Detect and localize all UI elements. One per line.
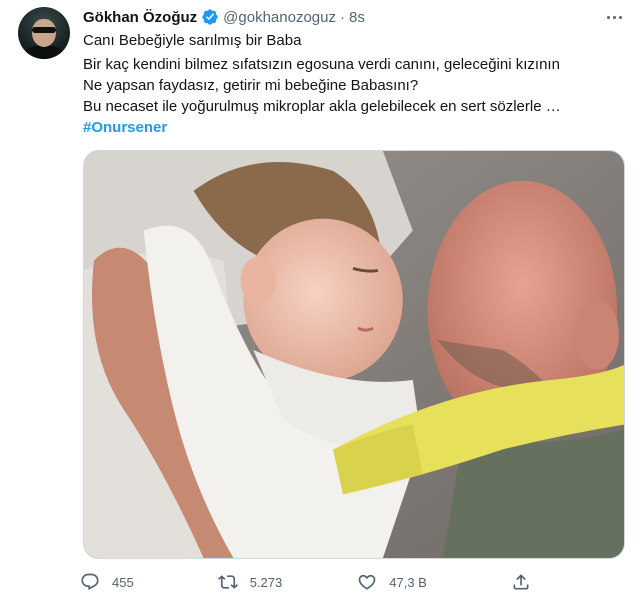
share-button[interactable] bbox=[511, 572, 531, 592]
retweet-count: 5.273 bbox=[249, 574, 283, 590]
tweet-line: Bir kaç kendini bilmez sıfatsızın egosun… bbox=[83, 56, 560, 73]
tweet-time[interactable]: 8s bbox=[349, 9, 365, 26]
reply-button[interactable]: 455 bbox=[80, 572, 134, 592]
tweet-line: Ne yapsan faydasız, getirir mi bebeğine … bbox=[83, 77, 419, 94]
separator-dot: · bbox=[339, 8, 345, 26]
tweet-text: Canı Bebeğiyle sarılmış bir Baba Bir kaç… bbox=[83, 30, 628, 138]
like-button[interactable]: 47,3 B bbox=[357, 572, 427, 592]
more-dot bbox=[618, 15, 622, 19]
hashtag-link[interactable]: #Onursener bbox=[83, 117, 628, 138]
tweet-line: Bu necaset ile yoğurulmuş mikroplar akla… bbox=[83, 98, 561, 115]
retweet-button[interactable]: 5.273 bbox=[217, 572, 283, 592]
tweet-line: Canı Bebeğiyle sarılmış bir Baba bbox=[83, 32, 302, 49]
author-name[interactable]: Gökhan Özoğuz bbox=[83, 9, 197, 26]
tweet-header: Gökhan Özoğuz @gokhanozoguz · 8s bbox=[83, 7, 365, 27]
share-icon bbox=[513, 574, 529, 590]
tweet-photo[interactable] bbox=[83, 150, 625, 559]
author-handle[interactable]: @gokhanozoguz bbox=[223, 9, 336, 26]
avatar[interactable] bbox=[18, 7, 70, 59]
more-options-icon[interactable] bbox=[601, 6, 627, 28]
reply-icon bbox=[81, 573, 99, 591]
avatar-face bbox=[32, 19, 56, 47]
like-icon bbox=[358, 574, 376, 590]
reply-count: 455 bbox=[112, 574, 134, 590]
photo-illustration bbox=[84, 151, 624, 558]
like-count: 47,3 B bbox=[389, 574, 427, 590]
more-dot bbox=[612, 15, 616, 19]
more-dot bbox=[606, 15, 610, 19]
tweet-actions: 455 5.273 47,3 B bbox=[80, 570, 531, 594]
avatar-shoulders bbox=[22, 45, 66, 59]
retweet-icon bbox=[217, 575, 238, 589]
avatar-glasses bbox=[32, 27, 56, 33]
tweet-card[interactable]: Gökhan Özoğuz @gokhanozoguz · 8s Canı Be… bbox=[0, 0, 642, 599]
verified-badge-icon bbox=[202, 9, 218, 25]
